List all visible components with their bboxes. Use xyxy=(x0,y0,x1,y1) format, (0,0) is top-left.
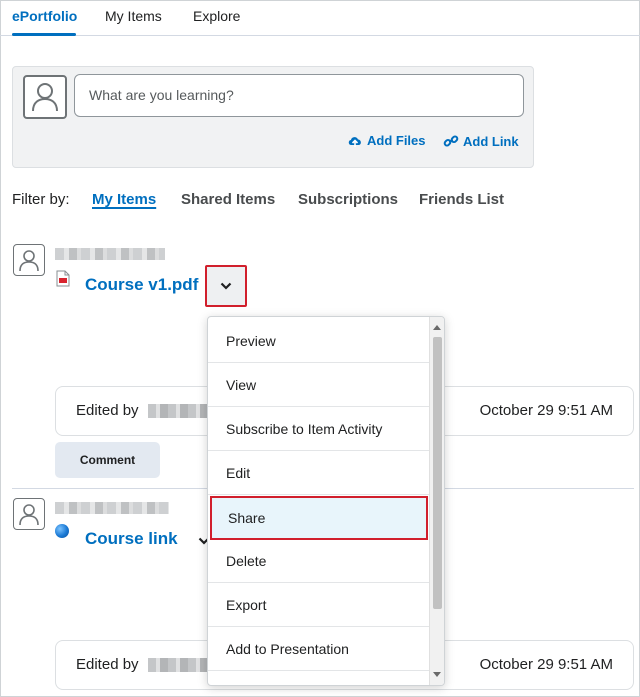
item-actions-menu: Preview View Subscribe to Item Activity … xyxy=(207,316,445,686)
scroll-down-arrow-icon[interactable] xyxy=(433,672,441,677)
author-avatar-icon xyxy=(13,498,45,530)
add-link-label: Add Link xyxy=(463,133,519,149)
menu-scrollbar[interactable] xyxy=(429,317,444,685)
tab-explore[interactable]: Explore xyxy=(193,8,240,24)
tab-bar: ePortfolio My Items Explore xyxy=(0,0,640,36)
menu-item-share[interactable]: Share xyxy=(210,496,428,540)
edited-by-label: Edited by xyxy=(76,656,139,673)
editor-name-redacted xyxy=(148,404,208,418)
link-icon xyxy=(443,135,459,147)
edited-timestamp: October 29 9:51 AM xyxy=(479,402,613,419)
pdf-file-icon xyxy=(56,270,70,287)
item-title-link[interactable]: Course link xyxy=(85,529,178,549)
menu-item-view[interactable]: View xyxy=(208,363,430,407)
edited-timestamp: October 29 9:51 AM xyxy=(479,656,613,673)
chevron-down-icon xyxy=(220,282,232,290)
comment-button[interactable]: Comment xyxy=(55,442,160,478)
user-avatar-icon xyxy=(23,75,67,119)
tab-my-items[interactable]: My Items xyxy=(105,8,162,24)
filter-shared-items[interactable]: Shared Items xyxy=(181,191,275,208)
filter-my-items[interactable]: My Items xyxy=(92,191,156,208)
add-link-button[interactable]: Add Link xyxy=(443,133,519,149)
edited-by-label: Edited by xyxy=(76,402,139,419)
menu-item-export[interactable]: Export xyxy=(208,583,430,627)
menu-item-delete[interactable]: Delete xyxy=(208,539,430,583)
add-files-button[interactable]: Add Files xyxy=(347,133,426,148)
scroll-thumb[interactable] xyxy=(433,337,442,609)
menu-item-add-to-presentation[interactable]: Add to Presentation xyxy=(208,627,430,671)
menu-item-preview[interactable]: Preview xyxy=(208,319,430,363)
post-composer: What are you learning? Add Files Add Lin… xyxy=(12,66,534,168)
author-avatar-icon xyxy=(13,244,45,276)
post-input[interactable]: What are you learning? xyxy=(74,74,524,117)
editor-name-redacted xyxy=(148,658,208,672)
menu-item-edit[interactable]: Edit xyxy=(208,451,430,495)
tab-eportfolio[interactable]: ePortfolio xyxy=(12,8,77,24)
filter-label: Filter by: xyxy=(12,191,70,208)
item-title-link[interactable]: Course v1.pdf xyxy=(85,275,198,295)
filter-subscriptions[interactable]: Subscriptions xyxy=(298,191,398,208)
filter-friends-list[interactable]: Friends List xyxy=(419,191,504,208)
author-name-redacted xyxy=(55,502,169,514)
menu-item-subscribe[interactable]: Subscribe to Item Activity xyxy=(208,407,430,451)
cloud-upload-icon xyxy=(348,136,361,147)
add-files-label: Add Files xyxy=(367,133,426,148)
scroll-up-arrow-icon[interactable] xyxy=(433,325,441,330)
active-tab-indicator xyxy=(12,33,76,36)
author-name-redacted xyxy=(55,248,165,260)
item-actions-dropdown-button[interactable] xyxy=(205,265,247,307)
globe-icon xyxy=(55,524,69,538)
